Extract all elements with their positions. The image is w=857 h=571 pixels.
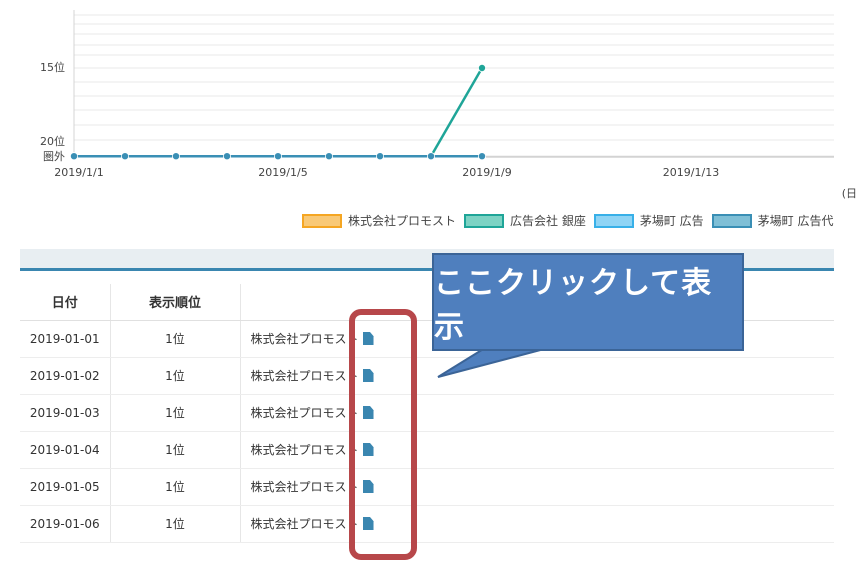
cell-site: 株式会社プロモスト <box>240 505 834 543</box>
cell-rank: 1位 <box>110 431 241 469</box>
cell-date: 2019-01-01 <box>20 320 111 358</box>
series-point-3 <box>324 152 333 161</box>
legend-label-1: 広告会社 銀座 <box>510 214 586 228</box>
series-point-3 <box>70 152 79 161</box>
legend-item-0[interactable]: 株式会社プロモスト <box>302 212 456 229</box>
x-tick-label: 2019/1/1 <box>54 166 103 179</box>
legend-swatch-2 <box>593 213 634 228</box>
table-row: 2019-01-04 1位 株式会社プロモスト <box>20 431 834 469</box>
series-point-3 <box>477 152 486 161</box>
x-tick-label: 2019/1/5 <box>258 166 307 179</box>
y-tick-label: 20位 <box>40 134 65 148</box>
legend-label-0: 株式会社プロモスト <box>348 214 457 228</box>
cell-date: 2019-01-02 <box>20 357 111 395</box>
cell-rank: 1位 <box>110 468 241 506</box>
series-point-3 <box>426 152 435 161</box>
series-point-3 <box>222 152 231 161</box>
table-row: 2019-01-03 1位 株式会社プロモスト <box>20 394 834 432</box>
chart-legend: 株式会社プロモスト 広告会社 銀座 茅場町 広告 茅場町 広告代 <box>302 212 842 229</box>
site-name: 株式会社プロモスト <box>250 443 359 457</box>
cell-rank: 1位 <box>110 320 241 358</box>
cell-site: 株式会社プロモスト <box>240 468 834 506</box>
series-point-1 <box>477 64 486 73</box>
site-name: 株式会社プロモスト <box>250 480 359 494</box>
cell-date: 2019-01-03 <box>20 394 111 432</box>
legend-swatch-0 <box>302 213 342 228</box>
callout-bubble: ここクリックして表示 <box>432 253 744 351</box>
legend-item-3[interactable]: 茅場町 広告代 <box>711 212 834 229</box>
x-tick-label: 2019/1/9 <box>462 166 511 179</box>
x-axis-label: (日 <box>842 187 857 200</box>
cell-rank: 1位 <box>110 394 241 432</box>
y-tick-label: 15位 <box>40 60 65 74</box>
site-name: 株式会社プロモスト <box>250 406 359 420</box>
table-row: 2019-01-02 1位 株式会社プロモスト <box>20 357 834 395</box>
legend-label-2: 茅場町 広告 <box>639 214 704 228</box>
site-name: 株式会社プロモスト <box>250 517 359 531</box>
cell-site: 株式会社プロモスト <box>240 431 834 469</box>
cell-date: 2019-01-04 <box>20 431 111 469</box>
site-name: 株式会社プロモスト <box>250 332 359 346</box>
legend-item-1[interactable]: 広告会社 銀座 <box>464 212 586 229</box>
header-date: 日付 <box>20 284 111 321</box>
y-tick-label: 圏外 <box>43 150 65 163</box>
cell-rank: 1位 <box>110 505 241 543</box>
series-point-3 <box>273 152 282 161</box>
table-row: 2019-01-05 1位 株式会社プロモスト <box>20 468 834 506</box>
site-name: 株式会社プロモスト <box>250 369 359 383</box>
header-rank: 表示順位 <box>110 284 241 321</box>
series-point-3 <box>171 152 180 161</box>
series-point-3 <box>375 152 384 161</box>
series-point-3 <box>121 152 130 161</box>
series-line-1 <box>429 67 484 157</box>
highlight-box <box>349 309 417 560</box>
table-row: 2019-01-06 1位 株式会社プロモスト <box>20 505 834 543</box>
legend-item-2[interactable]: 茅場町 広告 <box>593 212 704 229</box>
cell-date: 2019-01-06 <box>20 505 111 543</box>
cell-rank: 1位 <box>110 357 241 395</box>
rank-chart: 15位 20位圏外 2019/1/1 2019/1/5 2019/1/9 2019/1/… <box>40 10 857 200</box>
cell-site: 株式会社プロモスト <box>240 394 834 432</box>
callout-text: ここクリックして表示 <box>434 266 713 345</box>
legend-swatch-3 <box>711 213 752 228</box>
x-tick-label: 2019/1/13 <box>663 166 719 179</box>
legend-label-3: 茅場町 広告代 <box>757 214 834 228</box>
legend-swatch-1 <box>464 213 505 228</box>
cell-date: 2019-01-05 <box>20 468 111 506</box>
cell-site: 株式会社プロモスト <box>240 357 834 395</box>
